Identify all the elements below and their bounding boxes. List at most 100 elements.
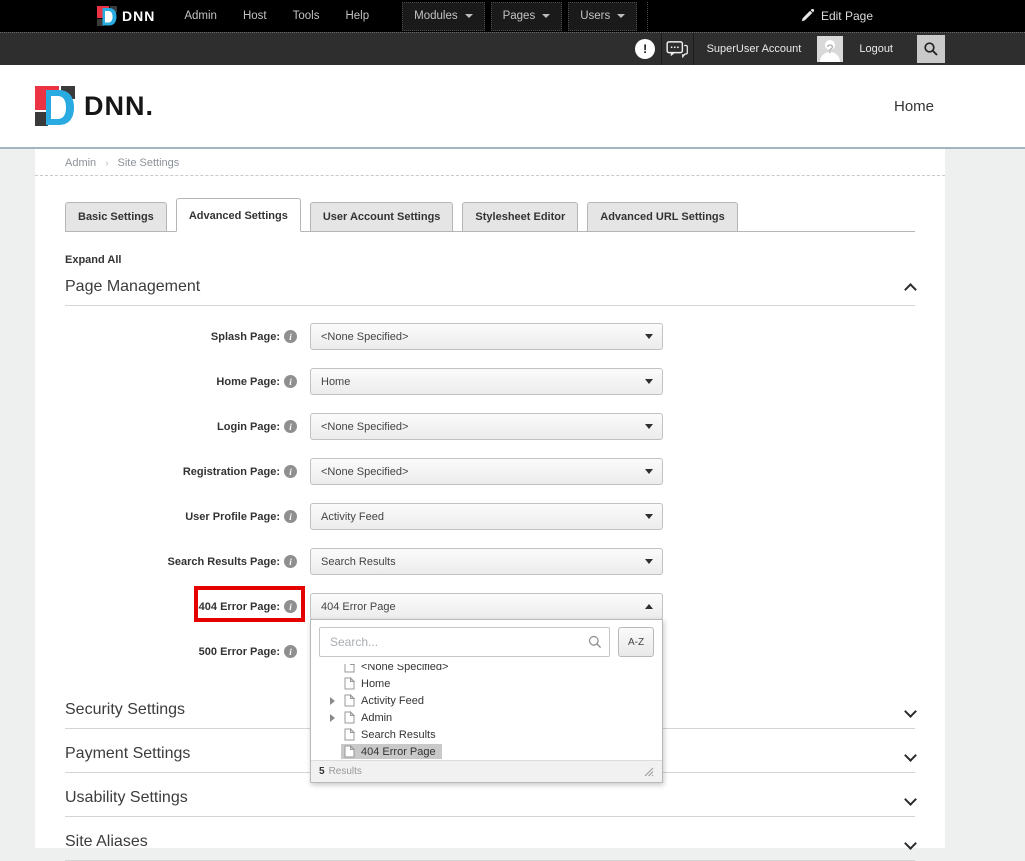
dnn-logo-small: DNN [97,6,155,26]
tree-item-home[interactable]: Home [311,675,662,692]
tab-advanced-url-settings[interactable]: Advanced URL Settings [587,202,738,232]
chevron-down-icon[interactable] [904,705,917,718]
results-label: Results [329,766,362,777]
home-page-select-wrap: Home [310,368,663,395]
breadcrumb-admin[interactable]: Admin [65,157,96,169]
site-logo-text: DNN. [84,91,154,122]
logout-button[interactable]: Logout [846,43,906,55]
page-icon [344,728,355,741]
field-row-404-error-page: 404 Error Page: i 404 Error Page [65,593,915,620]
edit-page-button[interactable]: Edit Page [800,9,873,23]
picker-search-row: A-Z [311,620,662,664]
settings-tabs: Basic Settings Advanced Settings User Ac… [65,198,915,232]
avatar-placeholder-glyph: ? [827,42,834,56]
search-results-page-select[interactable]: Search Results [310,548,663,575]
tree-item-none-specified[interactable]: <None Specified> [311,664,662,675]
info-icon[interactable]: i [284,375,297,388]
registration-page-select-wrap: <None Specified> [310,458,663,485]
tree-item-activity-feed[interactable]: Activity Feed [311,692,662,709]
page-picker-dropdown: A-Z [310,619,663,783]
nav-link-home[interactable]: Home [894,98,934,115]
info-icon[interactable]: i [284,600,297,613]
home-page-select[interactable]: Home [310,368,663,395]
user-profile-page-select[interactable]: Activity Feed [310,503,663,530]
menu-item-tools[interactable]: Tools [280,0,333,32]
resize-grip-icon[interactable] [643,766,654,777]
menu-dropdown-modules[interactable]: Modules [402,2,484,31]
tab-stylesheet-editor[interactable]: Stylesheet Editor [462,202,578,232]
edit-page-label: Edit Page [821,9,873,23]
picker-search-input[interactable] [319,627,610,657]
chevron-down-icon [617,14,625,18]
info-icon[interactable]: i [284,510,297,523]
field-label: Login Page: [65,421,280,433]
tree-item-search-results[interactable]: Search Results [311,726,662,743]
site-header: DNN. Home [0,65,1025,149]
page-icon [344,677,355,690]
field-label: Splash Page: [65,331,280,343]
info-icon[interactable]: i [284,555,297,568]
avatar[interactable]: ? [817,36,843,62]
field-row-login-page: Login Page: i <None Specified> [65,413,915,440]
expand-arrow-icon[interactable] [330,697,335,705]
chevron-down-icon[interactable] [904,749,917,762]
caret-down-icon [645,469,653,474]
login-page-select[interactable]: <None Specified> [310,413,663,440]
field-label: Registration Page: [65,466,280,478]
caret-down-icon [645,424,653,429]
menu-item-admin[interactable]: Admin [171,0,230,32]
chevron-down-icon[interactable] [904,793,917,806]
search-button[interactable] [917,35,945,63]
dnn-logo-icon [35,86,75,126]
field-label: Home Page: [65,376,280,388]
section-header-page-management[interactable]: Page Management [65,278,915,306]
expand-arrow-icon[interactable] [330,714,335,722]
messages-button[interactable] [662,33,693,65]
splash-page-select[interactable]: <None Specified> [310,323,663,350]
info-icon[interactable]: i [284,420,297,433]
account-link[interactable]: SuperUser Account [694,43,815,55]
menu-dropdown-users[interactable]: Users [568,2,637,31]
chevron-down-icon[interactable] [904,837,917,850]
tab-advanced-settings[interactable]: Advanced Settings [176,198,301,232]
info-icon[interactable]: i [284,465,297,478]
content-pane: Admin › Site Settings Basic Settings Adv… [35,149,945,848]
notifications-button[interactable]: ! [630,33,661,65]
field-label: Search Results Page: [65,556,280,568]
tree-item-404-error-page[interactable]: 404 Error Page [311,743,662,760]
tab-user-account-settings[interactable]: User Account Settings [310,202,454,232]
settings-content: Basic Settings Advanced Settings User Ac… [35,198,945,861]
section-header-site-aliases[interactable]: Site Aliases [65,817,915,861]
field-row-user-profile-page: User Profile Page: i Activity Feed [65,503,915,530]
tab-basic-settings[interactable]: Basic Settings [65,202,167,232]
picker-search-box [319,627,610,657]
expand-all-link[interactable]: Expand All [65,254,915,266]
page-icon [344,664,355,673]
dnn-logo-icon [97,6,117,26]
registration-page-select[interactable]: <None Specified> [310,458,663,485]
info-icon[interactable]: i [284,330,297,343]
field-row-splash-page: Splash Page: i <None Specified> [65,323,915,350]
user-profile-page-select-wrap: Activity Feed [310,503,663,530]
sort-az-button[interactable]: A-Z [618,627,654,657]
page-icon [344,711,355,724]
page-tree: <None Specified> [311,664,662,760]
caret-up-icon [645,604,653,609]
error-404-page-select[interactable]: 404 Error Page [310,593,663,620]
menu-item-host[interactable]: Host [230,0,280,32]
dnn-logo-large[interactable]: DNN. [35,86,154,126]
page-background: Admin › Site Settings Basic Settings Adv… [0,149,1025,848]
info-icon[interactable]: i [284,645,297,658]
chevron-down-icon [542,14,550,18]
menu-item-help[interactable]: Help [332,0,382,32]
tree-item-admin[interactable]: Admin [311,709,662,726]
pencil-icon [800,9,814,23]
page-management-form: Splash Page: i <None Specified> Home Pag… [65,323,915,665]
control-bar: DNN Admin Host Tools Help Modules Pages … [0,0,1025,32]
menu-dropdown-pages[interactable]: Pages [491,2,563,31]
chevron-down-icon [465,14,473,18]
page-tree-list: <None Specified> [311,664,662,760]
dnn-logo-text: DNN [122,8,155,24]
control-dropdown-menus: Modules Pages Users [402,0,648,32]
chevron-up-icon[interactable] [904,283,917,296]
